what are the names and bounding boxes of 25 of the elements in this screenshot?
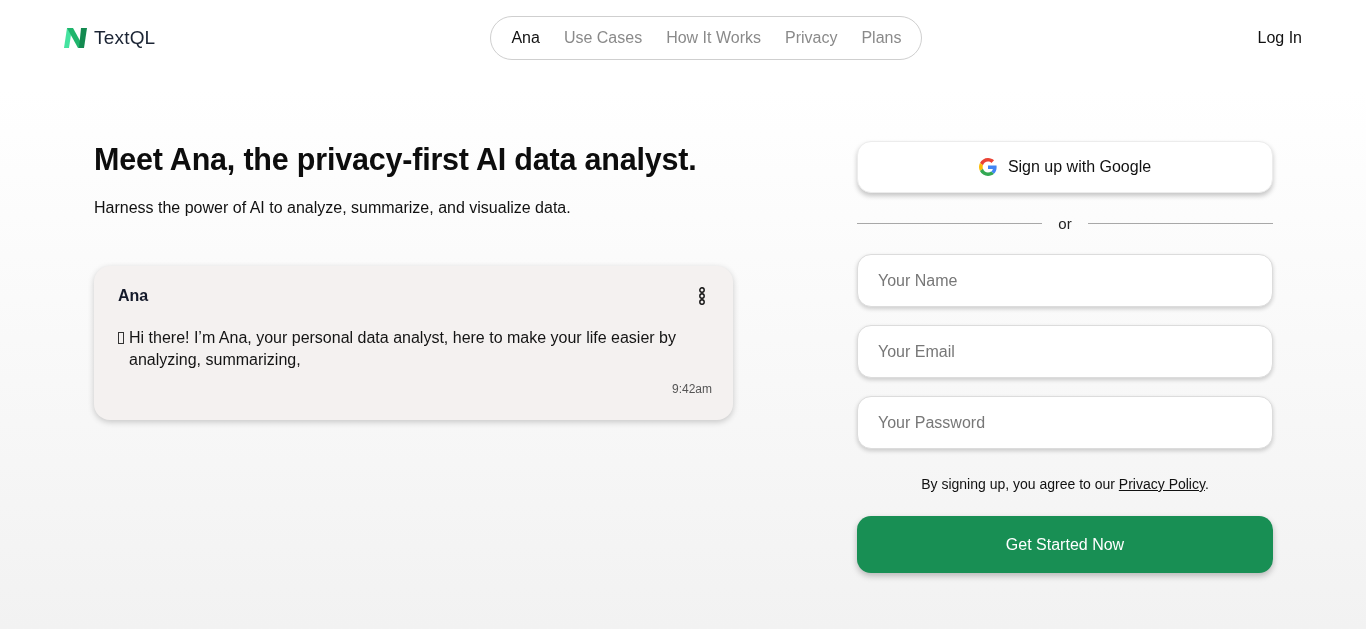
google-signup-button[interactable]: Sign up with Google	[857, 141, 1273, 193]
chat-message: Hi there! I’m Ana, your personal data analyst, here to make your life easier by analyzing, summarizing,	[129, 328, 677, 370]
input-field[interactable]: Your Email	[857, 325, 1273, 378]
google-logo-icon	[978, 158, 997, 176]
divider-text: or	[1058, 214, 1072, 232]
sender-name: Ana	[118, 286, 149, 306]
nav-link[interactable]: Ana	[511, 29, 540, 47]
input-field[interactable]: Your Name	[857, 254, 1273, 307]
nav-link[interactable]: Use Cases	[563, 29, 643, 47]
privacy-policy-link[interactable]: Privacy Policy	[1118, 476, 1205, 492]
login-link[interactable]: Log In	[1257, 29, 1302, 47]
more-options-button[interactable]	[698, 287, 706, 305]
missing-glyph-icon	[118, 332, 124, 344]
terms-text: By signing up, you agree to our Privacy Policy.	[920, 475, 1210, 494]
message-time: 9:42am	[671, 381, 712, 397]
input-field[interactable]: Your Password	[857, 396, 1273, 449]
logo-icon	[64, 28, 87, 48]
nav-link[interactable]: Plans	[861, 29, 902, 47]
hero-subtitle: Harness the power of AI to analyze, summarize, and visualize data.	[94, 198, 572, 218]
logo-text: TextQL	[94, 27, 156, 49]
get-started-button[interactable]: Get Started Now	[857, 516, 1273, 573]
nav-link[interactable]: Privacy	[785, 29, 838, 47]
nav-link[interactable]: How It Works	[666, 29, 761, 47]
hero-title: Meet Ana, the privacy-first AI data analyst.	[94, 141, 698, 177]
kebab-menu-icon	[698, 287, 706, 305]
